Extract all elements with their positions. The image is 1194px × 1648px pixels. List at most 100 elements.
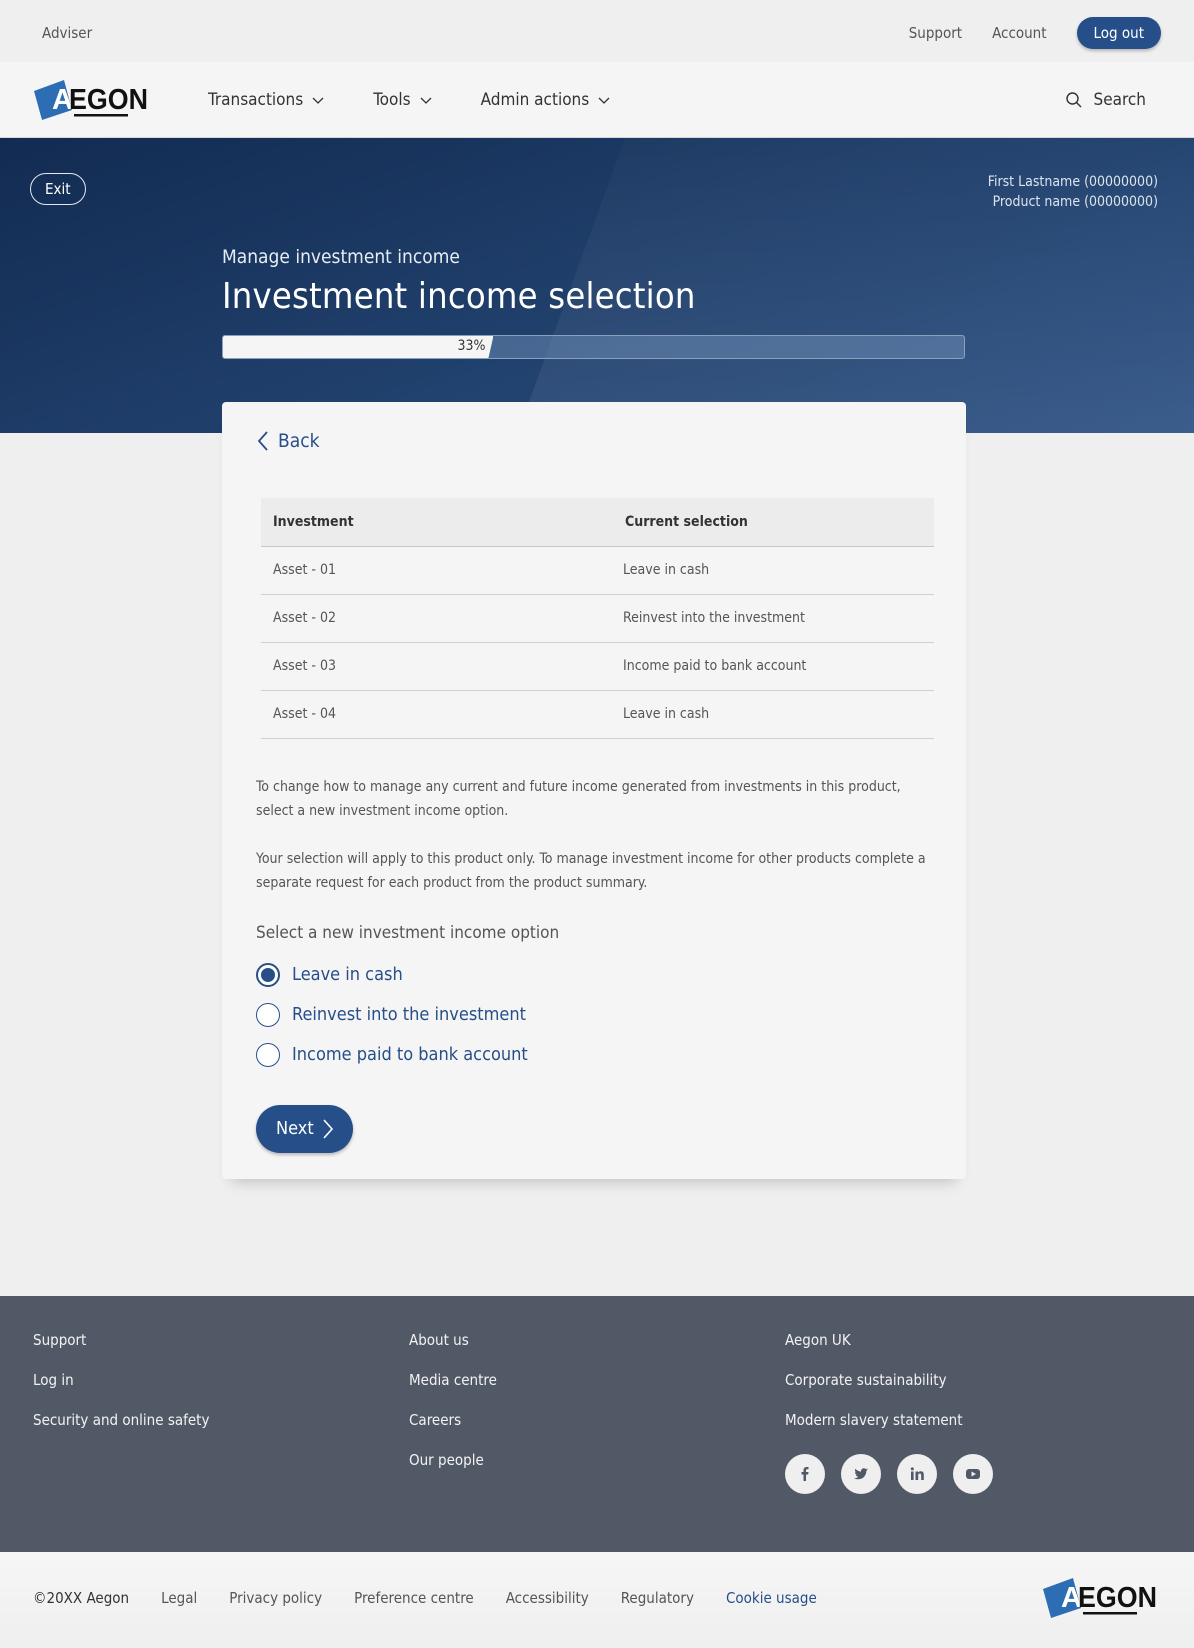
chevron-left-icon [257, 431, 268, 451]
footer-link-media-centre[interactable]: Media centre [409, 1370, 785, 1390]
account-link[interactable]: Account [992, 24, 1046, 42]
nav-item-label: Tools [373, 89, 411, 110]
aegon-logo-icon: A EGON [34, 79, 148, 120]
back-button[interactable]: Back [256, 430, 320, 452]
nav-item-label: Transactions [208, 89, 304, 110]
selection-cell: Leave in cash [613, 690, 934, 739]
selection-cell: Leave in cash [613, 546, 934, 595]
radio-button[interactable] [256, 962, 280, 987]
regulatory-link[interactable]: Regulatory [621, 1589, 694, 1607]
sub-footer: ©20XX Aegon Legal Privacy policy Prefere… [0, 1552, 1194, 1644]
footer-column-2: About us Media centre Careers Our people [409, 1330, 785, 1552]
product-name: Product name (00000000) [992, 194, 1158, 210]
investment-cell: Asset - 04 [261, 690, 613, 739]
radio-label: Reinvest into the investment [292, 1004, 526, 1025]
footer-link-corporate-sustainability[interactable]: Corporate sustainability [785, 1370, 1161, 1390]
nav-items: Transactions Tools Admin actions [208, 90, 611, 110]
table-row: Asset - 01 Leave in cash [261, 546, 934, 595]
table-header-row: Investment Current selection [261, 498, 934, 547]
aegon-logo-icon: A EGON [1043, 1578, 1157, 1618]
customer-name: First Lastname (00000000) [987, 174, 1158, 190]
footer-link-support[interactable]: Support [33, 1330, 409, 1350]
svg-text:EGON: EGON [69, 84, 148, 116]
aegon-logo[interactable]: A EGON [34, 78, 152, 122]
content-area: Back Investment Current selection Asset … [0, 402, 1194, 1296]
cookie-usage-link[interactable]: Cookie usage [726, 1589, 817, 1607]
progress-label: 33% [457, 338, 486, 354]
footer-link-about-us[interactable]: About us [409, 1330, 785, 1350]
next-button[interactable]: Next [256, 1104, 353, 1153]
table-row: Asset - 04 Leave in cash [261, 690, 934, 739]
copyright: ©20XX Aegon [33, 1589, 130, 1607]
radio-label: Leave in cash [292, 964, 403, 985]
user-role: Adviser [42, 23, 93, 42]
back-label: Back [278, 430, 320, 452]
utility-links: Support Account Log out [909, 16, 1161, 49]
youtube-icon [966, 1469, 980, 1479]
hero-banner: Exit First Lastname (00000000) Product n… [0, 138, 1194, 433]
privacy-policy-link[interactable]: Privacy policy [229, 1589, 322, 1607]
facebook-icon [801, 1467, 809, 1481]
twitter-icon [854, 1468, 868, 1480]
table-row: Asset - 03 Income paid to bank account [261, 642, 934, 691]
logout-button[interactable]: Log out [1076, 16, 1161, 49]
footer-link-log-in[interactable]: Log in [33, 1370, 409, 1390]
facebook-button[interactable] [785, 1454, 825, 1494]
chevron-down-icon [420, 97, 432, 104]
svg-text:EGON: EGON [1078, 1582, 1157, 1614]
investment-table: Investment Current selection Asset - 01 … [261, 498, 934, 739]
progress-fill: 33% [223, 336, 493, 358]
column-header-current-selection: Current selection [613, 498, 934, 547]
column-header-investment: Investment [261, 498, 613, 547]
nav-item-transactions[interactable]: Transactions [208, 90, 325, 110]
investment-cell: Asset - 03 [261, 642, 613, 691]
youtube-button[interactable] [953, 1454, 993, 1494]
linkedin-button[interactable] [897, 1454, 937, 1494]
main-nav: A EGON Transactions Tools Admin actions … [0, 62, 1194, 138]
preference-centre-link[interactable]: Preference centre [354, 1589, 474, 1607]
chevron-down-icon [598, 97, 610, 104]
chevron-right-icon [323, 1118, 333, 1139]
search-label: Search [1093, 89, 1146, 110]
progress-bar: 33% [222, 335, 965, 359]
footer-aegon-logo[interactable]: A EGON [1043, 1576, 1161, 1620]
customer-info: First Lastname (00000000) Product name (… [988, 172, 1158, 212]
search-button[interactable]: Search [1065, 90, 1160, 110]
legal-link[interactable]: Legal [161, 1589, 197, 1607]
footer-link-our-people[interactable]: Our people [409, 1450, 785, 1470]
selection-cell: Income paid to bank account [613, 642, 934, 691]
radio-option-reinvest[interactable]: Reinvest into the investment [256, 995, 932, 1035]
footer-link-modern-slavery[interactable]: Modern slavery statement [785, 1410, 1161, 1430]
accessibility-link[interactable]: Accessibility [506, 1589, 589, 1607]
radio-option-leave-in-cash[interactable]: Leave in cash [256, 955, 932, 995]
radio-button[interactable] [256, 1042, 280, 1067]
footer-link-security[interactable]: Security and online safety [33, 1410, 409, 1430]
selection-cell: Reinvest into the investment [613, 594, 934, 643]
scope-paragraph: Your selection will apply to this produc… [256, 850, 926, 891]
footer-column-1: Support Log in Security and online safet… [33, 1330, 409, 1552]
nav-item-label: Admin actions [480, 89, 590, 110]
footer: Support Log in Security and online safet… [0, 1296, 1194, 1552]
twitter-button[interactable] [841, 1454, 881, 1494]
table-row: Asset - 02 Reinvest into the investment [261, 594, 934, 643]
investment-cell: Asset - 02 [261, 594, 613, 643]
page-subtitle: Manage investment income [222, 246, 460, 268]
social-links [785, 1454, 1161, 1494]
nav-item-tools[interactable]: Tools [373, 90, 432, 110]
nav-item-admin-actions[interactable]: Admin actions [481, 90, 612, 110]
chevron-down-icon [312, 97, 324, 104]
hero-content: Manage investment income Investment inco… [222, 246, 965, 359]
income-option-radio-group: Leave in cash Reinvest into the investme… [256, 955, 932, 1075]
footer-link-aegon-uk[interactable]: Aegon UK [785, 1330, 1161, 1350]
investment-cell: Asset - 01 [261, 546, 613, 595]
radio-button[interactable] [256, 1002, 280, 1027]
intro-paragraph: To change how to manage any current and … [256, 778, 901, 819]
options-label: Select a new investment income option [256, 922, 560, 943]
utility-bar: Adviser Support Account Log out [0, 3, 1194, 62]
radio-option-bank-account[interactable]: Income paid to bank account [256, 1035, 932, 1075]
support-link[interactable]: Support [909, 24, 962, 42]
footer-column-3: Aegon UK Corporate sustainability Modern… [785, 1330, 1161, 1552]
radio-label: Income paid to bank account [292, 1044, 528, 1065]
exit-button[interactable]: Exit [30, 173, 86, 205]
footer-link-careers[interactable]: Careers [409, 1410, 785, 1430]
